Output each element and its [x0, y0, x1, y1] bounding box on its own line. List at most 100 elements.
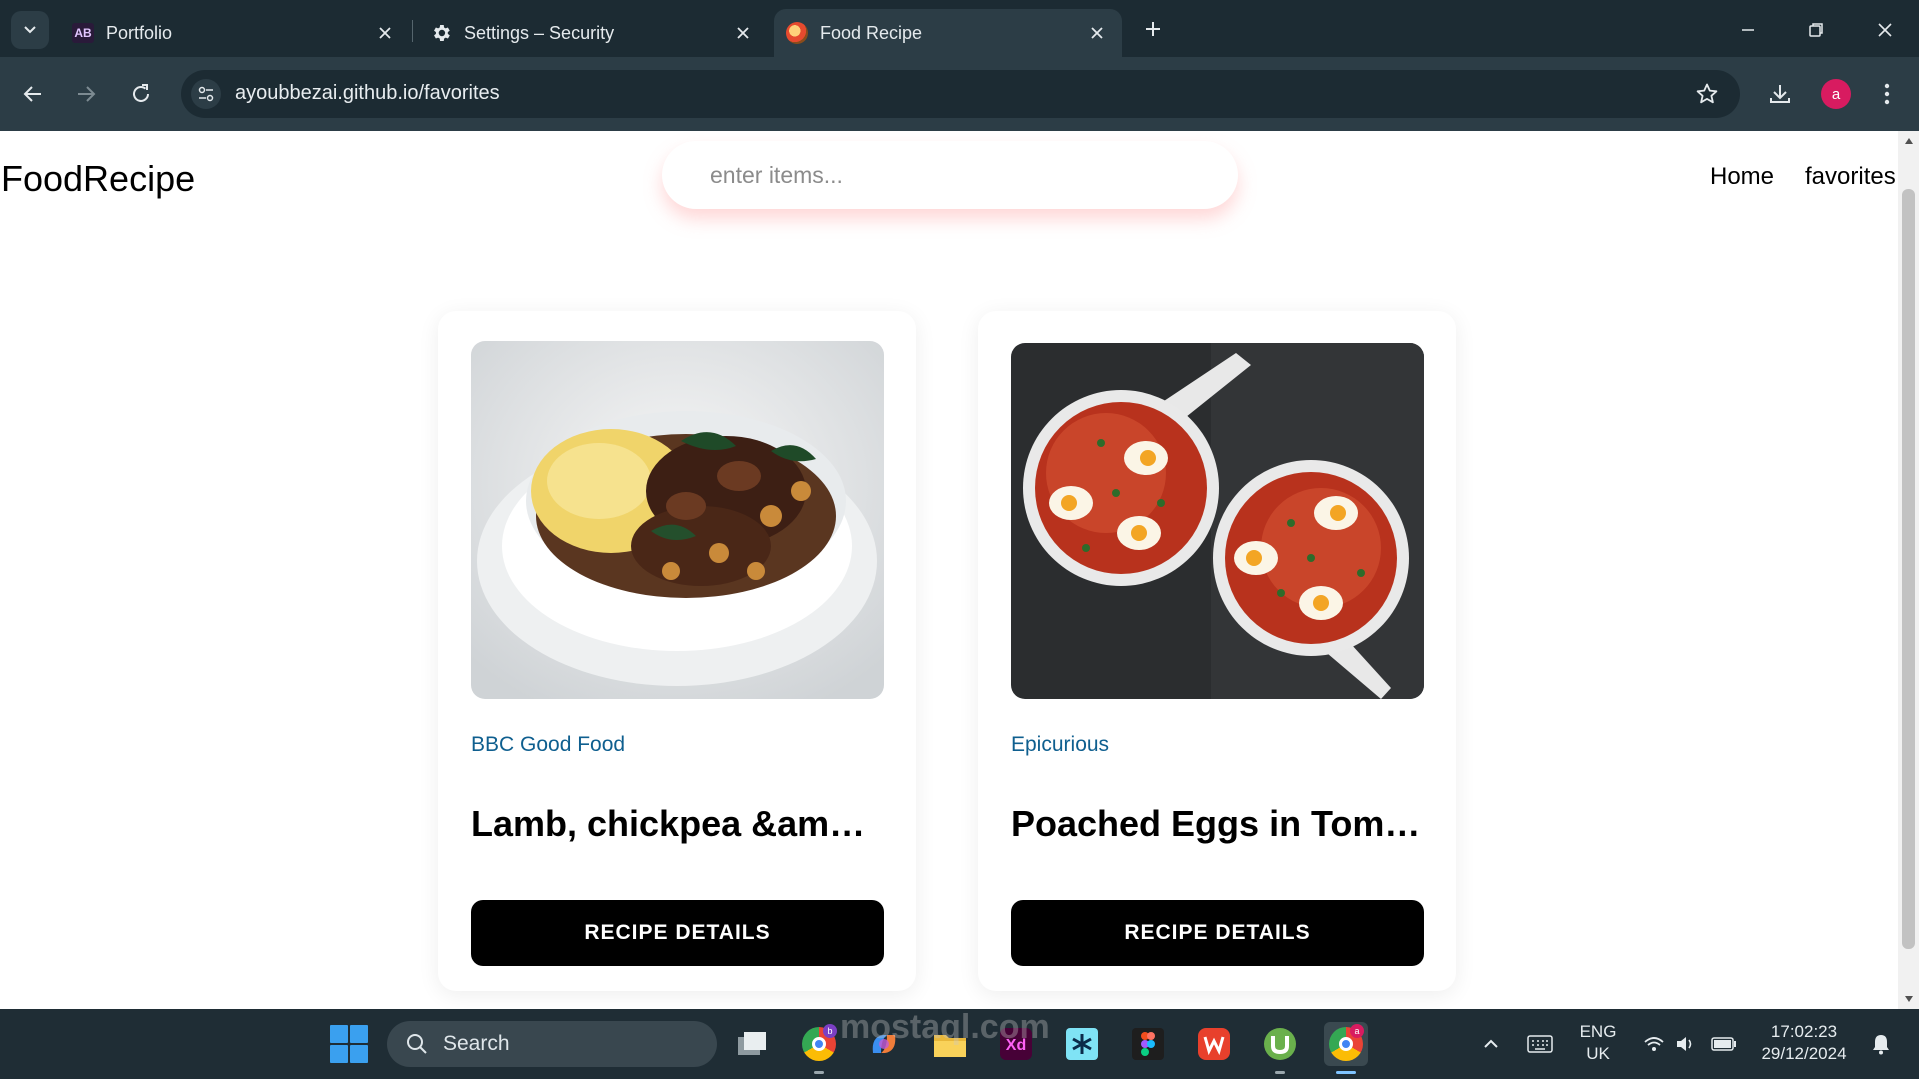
asterisk-app-icon [1066, 1028, 1098, 1060]
page-scrollbar[interactable] [1898, 131, 1919, 1009]
minimize-window-button[interactable] [1725, 10, 1771, 50]
star-icon [1696, 83, 1718, 104]
scrollbar-thumb[interactable] [1902, 189, 1915, 949]
browser-menu-button[interactable] [1872, 76, 1902, 112]
adobe-xd-icon: Xd [1000, 1028, 1032, 1060]
site-logo[interactable]: FoodRecipe [1, 158, 195, 200]
windows-logo-icon [330, 1025, 348, 1043]
reload-icon [133, 84, 149, 102]
recipe-search-input[interactable] [662, 141, 1238, 209]
show-hidden-icons-button[interactable] [1476, 1009, 1506, 1079]
site-info-button[interactable] [191, 79, 221, 109]
adobe-xd-app[interactable]: Xd [994, 1022, 1038, 1066]
recipe-card: Epicurious Poached Eggs in Tomato Sauce … [978, 311, 1456, 991]
tab-settings-security[interactable]: Settings – Security [418, 9, 768, 57]
arrow-right-icon [78, 86, 96, 102]
tab-divider [412, 20, 413, 42]
recipe-source: BBC Good Food [471, 733, 626, 756]
speaker-icon [1677, 1037, 1692, 1051]
tab-label: Settings – Security [464, 22, 615, 43]
lamb-stew-image [471, 341, 884, 699]
tab-label: Portfolio [106, 22, 173, 43]
restore-window-button[interactable] [1793, 10, 1839, 50]
taskbar-search-label: Search [443, 1032, 510, 1055]
recipe-details-button[interactable]: RECIPE DETAILS [471, 900, 884, 966]
copilot-icon [872, 1035, 896, 1053]
snip-tool-app[interactable] [1060, 1022, 1104, 1066]
browser-tab-strip: AB Portfolio Settings – Security Food Re… [0, 0, 1919, 57]
volume-status[interactable] [1672, 1009, 1700, 1079]
touch-keyboard-button[interactable] [1524, 1009, 1556, 1079]
tab-food-recipe[interactable]: Food Recipe [774, 9, 1122, 57]
bell-icon [1873, 1035, 1889, 1055]
download-icon [1770, 85, 1790, 103]
folder-icon [934, 1035, 966, 1057]
forward-button[interactable] [67, 75, 105, 113]
figma-app[interactable] [1126, 1022, 1170, 1066]
wps-icon [1198, 1028, 1230, 1060]
taskbar-search-box[interactable]: Search [387, 1021, 717, 1067]
poached-eggs-image [1011, 343, 1424, 699]
recipe-source: Epicurious [1011, 733, 1110, 756]
tab-label: Food Recipe [820, 22, 923, 43]
windows-logo-icon [330, 1045, 348, 1063]
close-icon [1878, 23, 1892, 37]
chrome-profile-b-app[interactable]: b [797, 1022, 841, 1074]
profile-badge: b [823, 1024, 837, 1038]
language-region: UK [1586, 1044, 1610, 1063]
recipe-details-button[interactable]: RECIPE DETAILS [1011, 900, 1424, 966]
input-language-indicator[interactable]: ENG UK [1570, 1021, 1626, 1065]
chrome-profile-a-app[interactable]: a [1324, 1022, 1368, 1074]
new-tab-button[interactable] [1138, 14, 1168, 44]
plus-icon [1146, 22, 1160, 36]
nav-link-favorites[interactable]: favorites [1805, 163, 1896, 191]
clock-date: 29/12/2024 [1761, 1044, 1847, 1063]
scroll-down-arrow-icon[interactable] [1898, 989, 1919, 1009]
clock-time: 17:02:23 [1770, 1022, 1838, 1041]
start-button[interactable] [330, 1025, 368, 1063]
windows-logo-icon [350, 1045, 368, 1063]
arrow-left-icon [23, 86, 41, 102]
browser-toolbar: ayoubbezai.github.io/favorites a [0, 57, 1919, 131]
copilot-app[interactable] [862, 1022, 906, 1066]
task-view-icon [738, 1032, 766, 1055]
food-recipe-favicon-icon [786, 22, 808, 44]
address-bar[interactable]: ayoubbezai.github.io/favorites [181, 70, 1740, 118]
reload-button[interactable] [122, 75, 160, 113]
file-explorer-app[interactable] [928, 1022, 972, 1066]
minimize-icon [1742, 29, 1754, 31]
recipe-image[interactable] [1011, 343, 1424, 699]
clock[interactable]: 17:02:23 29/12/2024 [1754, 1021, 1854, 1065]
recipe-title: Poached Eggs in Tomato Sauce [1011, 803, 1424, 844]
close-tab-icon[interactable] [374, 22, 396, 44]
close-window-button[interactable] [1862, 10, 1908, 50]
tab-search-dropdown-button[interactable] [11, 11, 49, 49]
search-icon [405, 1032, 429, 1056]
gear-icon [434, 25, 450, 41]
tab-portfolio[interactable]: AB Portfolio [60, 9, 410, 57]
close-tab-icon[interactable] [1086, 22, 1108, 44]
nav-link-home[interactable]: Home [1710, 163, 1774, 191]
notifications-button[interactable] [1866, 1009, 1896, 1079]
battery-status[interactable] [1708, 1009, 1740, 1079]
windows-logo-icon [350, 1025, 368, 1043]
wifi-status[interactable] [1640, 1009, 1668, 1079]
url-text[interactable]: ayoubbezai.github.io/favorites [235, 82, 500, 105]
profile-avatar[interactable]: a [1821, 79, 1851, 109]
task-view-button[interactable] [730, 1022, 774, 1066]
wps-office-app[interactable] [1192, 1022, 1236, 1066]
close-tab-icon[interactable] [732, 22, 754, 44]
recipe-search-box [662, 141, 1238, 209]
windows-taskbar: Search b Xd a [0, 1009, 1919, 1079]
figma-icon [1132, 1028, 1164, 1060]
web-page: FoodRecipe Home favorites [0, 131, 1898, 1009]
chevron-down-icon [24, 26, 36, 34]
recipe-image[interactable] [471, 341, 884, 699]
tune-icon [198, 86, 214, 102]
bookmark-star-button[interactable] [1694, 81, 1720, 107]
scroll-up-arrow-icon[interactable] [1898, 131, 1919, 151]
utorrent-app[interactable] [1258, 1022, 1302, 1074]
recipe-title: Lamb, chickpea &amp;amp; spinach stew [471, 803, 884, 844]
back-button[interactable] [14, 75, 52, 113]
downloads-button[interactable] [1762, 76, 1798, 112]
